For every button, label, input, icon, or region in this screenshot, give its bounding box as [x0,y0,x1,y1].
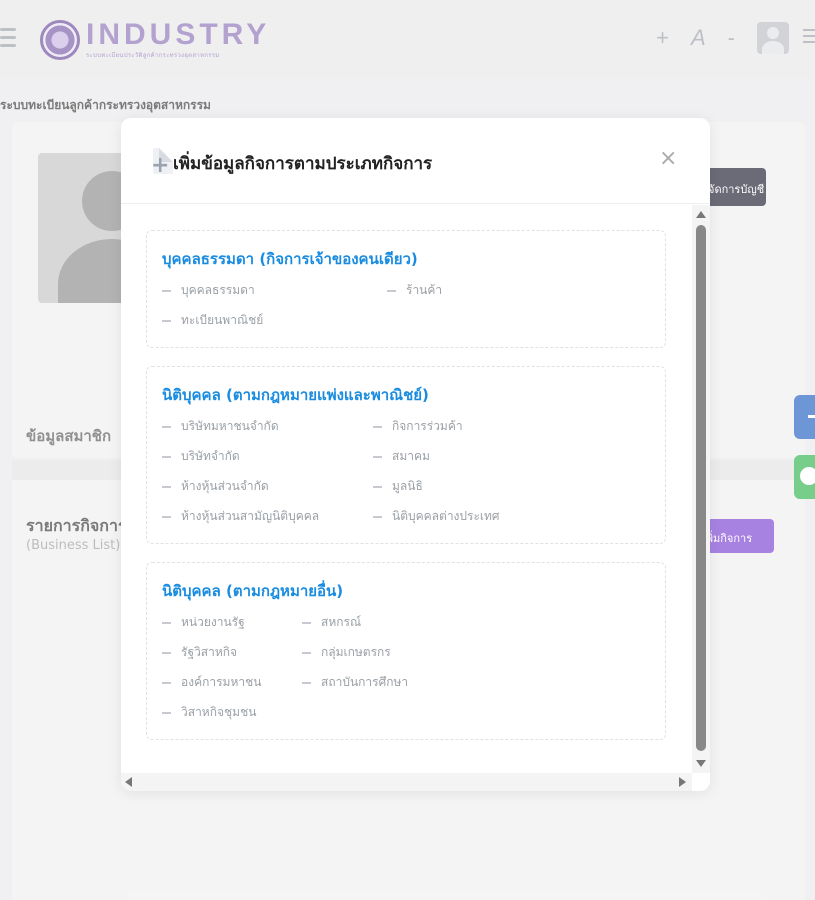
scroll-down-icon[interactable] [696,760,706,767]
list-item[interactable]: สหกรณ์ [302,613,361,632]
list-item[interactable]: องค์การมหาชน [162,673,261,692]
list-item[interactable]: กิจการร่วมค้า [373,417,463,436]
list-item[interactable]: หน่วยงานรัฐ [162,613,245,632]
list-item[interactable]: สมาคม [373,447,430,466]
list-item[interactable]: บุคคลธรรมดา [162,281,255,300]
vertical-scrollbar[interactable] [692,205,710,773]
list-item[interactable]: สถาบันการศึกษา [302,673,408,692]
modal-header: + เพิ่มข้อมูลกิจการตามประเภทกิจการ × [121,118,710,204]
group-title: นิติบุคคล (ตามกฎหมายแพ่งและพาณิชย์) [162,386,429,404]
group-title: นิติบุคคล (ตามกฎหมายอื่น) [162,582,344,600]
add-document-icon: + [151,148,173,177]
list-item[interactable]: ทะเบียนพาณิชย์ [162,311,263,330]
list-item[interactable]: บริษัทจำกัด [162,447,240,466]
list-item[interactable]: บริษัทมหาชนจำกัด [162,417,279,436]
list-item[interactable]: ห้างหุ้นส่วนสามัญนิติบุคคล [162,507,319,526]
group-juristic-other: นิติบุคคล (ตามกฎหมายอื่น) หน่วยงานรัฐ สห… [146,562,666,740]
list-item[interactable]: มูลนิธิ [373,477,423,496]
modal-body: บุคคลธรรมดา (กิจการเจ้าของคนเดียว) บุคคล… [121,205,710,773]
list-item[interactable]: ร้านค้า [387,281,442,300]
list-item[interactable]: วิสาหกิจชุมชน [162,703,256,722]
close-icon[interactable]: × [659,148,677,170]
scroll-thumb[interactable] [696,225,706,751]
horizontal-scrollbar[interactable] [121,773,692,791]
list-item[interactable]: ห้างหุ้นส่วนจำกัด [162,477,269,496]
group-natural-person: บุคคลธรรมดา (กิจการเจ้าของคนเดียว) บุคคล… [146,230,666,348]
group-title: บุคคลธรรมดา (กิจการเจ้าของคนเดียว) [162,250,418,268]
scroll-up-icon[interactable] [696,211,706,218]
list-item[interactable]: รัฐวิสาหกิจ [162,643,237,662]
list-item[interactable]: กลุ่มเกษตรกร [302,643,391,662]
scroll-right-icon[interactable] [679,777,686,787]
modal-title: เพิ่มข้อมูลกิจการตามประเภทกิจการ [173,154,433,174]
scroll-left-icon[interactable] [125,777,132,787]
add-business-modal: + เพิ่มข้อมูลกิจการตามประเภทกิจการ × บุค… [121,118,710,791]
group-juristic-civil: นิติบุคคล (ตามกฎหมายแพ่งและพาณิชย์) บริษ… [146,366,666,544]
list-item[interactable]: นิติบุคคลต่างประเทศ [373,507,500,526]
